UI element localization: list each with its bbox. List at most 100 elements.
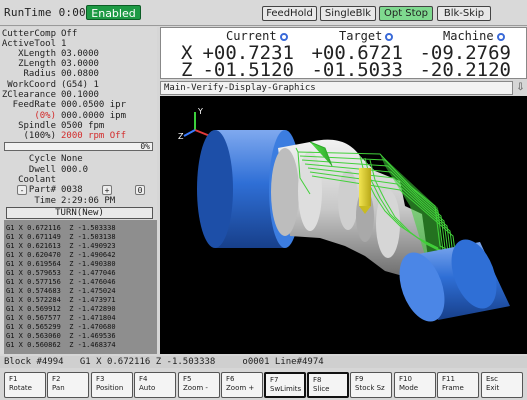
dro-z-target: -01.5033 [311, 59, 403, 81]
turn-new-button[interactable]: TURN(New) [6, 207, 153, 219]
status-value: 03.0000 [61, 49, 99, 59]
status-label: ActiveTool [1, 39, 56, 49]
status-label: WorkCoord [7, 80, 56, 90]
status-label: Coolant [18, 175, 56, 185]
gcode-line: G1 X 0.579653 Z -1.477046 [6, 269, 116, 277]
part-count-increment-button[interactable]: + [102, 185, 112, 195]
f6-zoom-in-button[interactable]: F6 Zoom + [221, 372, 263, 398]
fkey-label: F9 [355, 375, 364, 383]
status-row-cycle: Cycle None [0, 154, 157, 164]
f4-auto-button[interactable]: F4 Auto [134, 372, 176, 398]
f2-pan-button[interactable]: F2 Pan [47, 372, 89, 398]
f5-zoom-out-button[interactable]: F5 Zoom - [178, 372, 220, 398]
status-row-spindle-override: (100%) 2000 rpm Off [0, 131, 157, 141]
scroll-down-arrow-icon[interactable]: ⇩ [514, 81, 527, 95]
feed-override-percent: (0%) [34, 111, 56, 121]
status-value: 000.0500 ipr [61, 100, 127, 110]
dro-axis-z: Z [181, 59, 193, 81]
feedhold-button[interactable]: FeedHold [262, 6, 317, 21]
status-value: Off [61, 29, 78, 39]
axis-y-label: Y [197, 107, 203, 116]
f8-slice-button[interactable]: F8 Slice [307, 372, 349, 398]
status-value: 000.0000 ipm [61, 111, 127, 121]
spindle-override-percent: (100%) [23, 131, 56, 141]
refresh-icon[interactable] [496, 32, 505, 41]
gcode-line: G1 X 0.569912 Z -1.472890 [6, 305, 116, 313]
part-count-label: Part# [28, 185, 56, 195]
status-value: 0500 fpm [61, 121, 105, 131]
status-row-dwell: Dwell 000.0 [0, 165, 157, 175]
status-row-part: Part# 0038 [0, 185, 157, 195]
fkey-action: Position [96, 384, 124, 392]
verify-graphics-viewport[interactable]: Y X Z [160, 96, 527, 354]
gcode-line: G1 X 0.671149 Z -1.503138 [6, 233, 116, 241]
part-count-value: 0038 [61, 185, 83, 195]
fkey-label: F1 [9, 375, 18, 383]
fkey-label: F5 [183, 375, 192, 383]
status-value: 000.0 [61, 165, 89, 175]
status-value: (G54) 1 [61, 80, 99, 90]
fkey-action: Zoom - [183, 384, 208, 392]
fkey-label: F10 [399, 375, 412, 383]
status-label: CutterComp [1, 29, 56, 39]
status-row-zlength: ZLength 03.0000 [0, 59, 157, 69]
time-value: 2:29:06 PM [61, 196, 116, 206]
f10-mode-button[interactable]: F10 Mode [394, 372, 436, 398]
refresh-icon[interactable] [279, 32, 288, 41]
status-row-xlength: XLength 03.0000 [0, 49, 157, 59]
function-key-bar: F1 Rotate F2 Pan F3 Position F4 Auto F5 Zoom … [0, 370, 527, 400]
block-skip-button[interactable]: Blk-Skip [437, 6, 491, 21]
refresh-icon[interactable] [385, 32, 394, 41]
gcode-line: G1 X 0.577156 Z -1.476046 [6, 278, 116, 286]
fkey-label: F4 [139, 375, 148, 383]
status-value: 00.0800 [61, 69, 99, 79]
esc-exit-button[interactable]: Esc Exit [481, 372, 523, 398]
status-label: Dwell [28, 165, 56, 175]
gcode-line: G1 X 0.567577 Z -1.471804 [6, 314, 116, 322]
gcode-listing[interactable]: G1 X 0.672116 Z -1.503338 G1 X 0.671149 … [4, 220, 157, 354]
program-progress-bar: 0% [4, 142, 153, 151]
spindle-rpm-value: 2000 rpm Off [61, 131, 127, 141]
fkey-label: F3 [96, 375, 105, 383]
cutting-tool [359, 168, 371, 214]
status-label: Cycle [28, 154, 56, 164]
f7-swlimits-button[interactable]: F7 SwLimits [264, 372, 306, 398]
f9-stock-size-button[interactable]: F9 Stock Sz [350, 372, 392, 398]
status-value: None [61, 154, 83, 164]
gcode-line: G1 X 0.672116 Z -1.503338 [6, 224, 116, 232]
gcode-line: G1 X 0.574683 Z -1.475024 [6, 287, 116, 295]
fkey-action: Stock Sz [355, 384, 385, 392]
dro-panel: Current Target Machine X +00.7231 +00.67… [160, 27, 527, 81]
status-label: Radius [23, 69, 56, 79]
fkey-action: Exit [486, 384, 500, 392]
fkey-action: Auto [139, 384, 156, 392]
f11-frame-button[interactable]: F11 Frame [437, 372, 479, 398]
fkey-label: F11 [442, 375, 455, 383]
gcode-line: G1 X 0.560862 Z -1.468374 [6, 341, 116, 349]
fkey-label: F8 [313, 376, 322, 384]
status-label: XLength [18, 49, 56, 59]
dro-z-current: -01.5120 [202, 59, 294, 81]
optional-stop-button[interactable]: Opt Stop [379, 6, 433, 21]
status-row-activetool: ActiveTool 1 [0, 39, 157, 49]
status-row-spindle: Spindle 0500 fpm [0, 121, 157, 131]
f1-rotate-button[interactable]: F1 Rotate [4, 372, 46, 398]
fkey-action: Slice [313, 385, 330, 393]
status-value: 1 [61, 39, 67, 49]
fkey-action: Frame [442, 384, 464, 392]
fkey-label: Esc [486, 375, 498, 383]
single-block-button[interactable]: SingleBlk [320, 6, 376, 21]
f3-position-button[interactable]: F3 Position [91, 372, 133, 398]
part-count-reset-button[interactable]: 0 [135, 185, 145, 195]
status-row-feedrate: FeedRate 000.0500 ipr [0, 100, 157, 110]
gcode-line: G1 X 0.565299 Z -1.470680 [6, 323, 116, 331]
enabled-status-badge: Enabled [86, 5, 141, 20]
fkey-action: Pan [52, 384, 65, 392]
fkey-action: SwLimits [270, 385, 302, 393]
status-value: 00.1000 [61, 90, 99, 100]
dro-header-label: Machine [443, 29, 494, 43]
block-status-line: Block #4994 G1 X 0.672116 Z -1.503338 o0… [0, 356, 527, 368]
status-row-zclearance: ZClearance 00.1000 [0, 90, 157, 100]
gcode-line: G1 X 0.563060 Z -1.469536 [6, 332, 116, 340]
toolpath-3d-render: Y X Z [178, 107, 510, 322]
